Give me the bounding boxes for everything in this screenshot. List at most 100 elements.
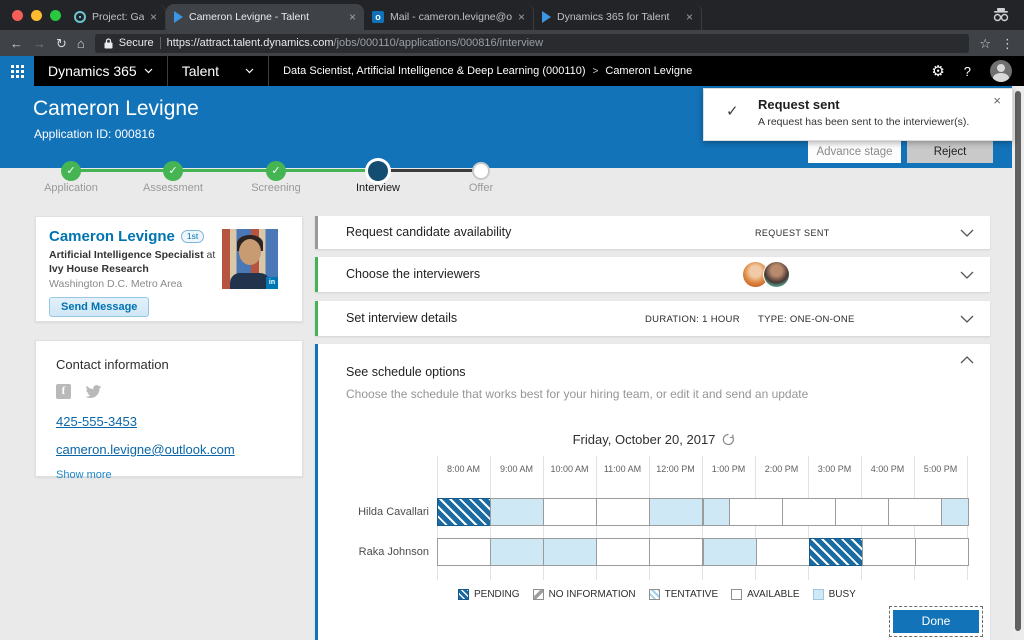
secure-label: Secure — [119, 37, 154, 49]
step-screening-circle[interactable]: ✓ — [266, 161, 286, 181]
slot-busy[interactable] — [490, 498, 544, 526]
step-application-circle[interactable]: ✓ — [61, 161, 81, 181]
twitter-icon[interactable] — [85, 385, 102, 399]
chevron-down-icon[interactable] — [960, 229, 974, 237]
advance-stage-button[interactable]: Advance stage — [808, 141, 901, 163]
browser-tab-mail[interactable]: o Mail - cameron.levigne@outlo × — [364, 4, 534, 30]
section-choose-interviewers[interactable]: Choose the interviewers — [315, 257, 990, 292]
user-avatar[interactable] — [990, 60, 1012, 82]
step-offer-circle[interactable] — [472, 162, 490, 180]
step-label-application: Application — [21, 182, 121, 194]
send-message-button[interactable]: Send Message — [49, 297, 149, 317]
slot-available[interactable] — [862, 538, 916, 566]
candidate-phone-link[interactable]: 425-555-3453 — [56, 414, 282, 429]
tab-close-icon[interactable]: × — [518, 10, 525, 24]
dynamics-favicon-icon — [542, 11, 551, 23]
reject-button[interactable]: Reject — [907, 141, 993, 163]
window-close-button[interactable] — [12, 10, 23, 21]
interviewer-avatar-raka[interactable] — [763, 261, 790, 288]
waffle-menu-button[interactable] — [0, 56, 34, 86]
linkedin-degree-badge: 1st — [181, 230, 204, 243]
back-button[interactable]: ← — [10, 37, 23, 50]
schedule-legend: PENDINGNO INFORMATIONTENTATIVEAVAILABLEB… — [458, 589, 856, 600]
module-switcher[interactable]: Talent — [167, 56, 269, 86]
page-scrollbar[interactable] — [1012, 86, 1024, 640]
show-more-link[interactable]: Show more — [56, 469, 282, 481]
slot-available[interactable] — [835, 498, 889, 526]
legend-swatch-busy — [813, 589, 824, 600]
time-label: 5:00 PM — [914, 464, 967, 474]
slot-busy[interactable] — [941, 498, 969, 526]
slot-pending[interactable] — [437, 498, 491, 526]
candidate-name-link[interactable]: Cameron Levigne — [49, 228, 175, 245]
slot-pending[interactable] — [809, 538, 863, 566]
tab-close-icon[interactable]: × — [349, 10, 356, 24]
legend-item: TENTATIVE — [649, 589, 719, 600]
step-interview-circle[interactable] — [368, 161, 388, 181]
refresh-icon[interactable] — [722, 433, 735, 446]
slot-available[interactable] — [915, 538, 969, 566]
forward-button[interactable]: → — [33, 37, 46, 50]
slot-available[interactable] — [729, 498, 783, 526]
home-button[interactable]: ⌂ — [77, 37, 85, 50]
section-interview-details[interactable]: Set interview details DURATION: 1 HOUR T… — [315, 301, 990, 336]
browser-menu-icon[interactable]: ⋮ — [1001, 37, 1014, 50]
chevron-down-icon[interactable] — [960, 315, 974, 323]
stepper-line-upcoming — [378, 169, 481, 172]
browser-tab-talent-candidate[interactable]: Cameron Levigne - Talent × — [166, 4, 364, 30]
reload-button[interactable]: ↻ — [56, 37, 67, 50]
candidate-email-link[interactable]: cameron.levigne@outlook.com — [56, 442, 282, 457]
slot-available[interactable] — [782, 498, 836, 526]
slot-available[interactable] — [596, 498, 650, 526]
slot-busy[interactable] — [490, 538, 544, 566]
time-label: 9:00 AM — [490, 464, 543, 474]
screen: Project: Gauge Question sets E × Cameron… — [0, 0, 1024, 640]
slot-available[interactable] — [596, 538, 650, 566]
slot-busy[interactable] — [703, 498, 731, 526]
breadcrumb-job-link[interactable]: Data Scientist, Artificial Intelligence … — [283, 65, 585, 77]
section-request-availability[interactable]: Request candidate availability REQUEST S… — [315, 216, 990, 249]
slot-available[interactable] — [649, 538, 703, 566]
candidate-card: Cameron Levigne 1st Artificial Intellige… — [35, 216, 303, 322]
tab-title: Dynamics 365 for Talent — [557, 11, 680, 23]
facebook-icon[interactable]: f — [56, 384, 71, 399]
legend-swatch-pending — [458, 589, 469, 600]
module-name: Talent — [182, 63, 219, 79]
scrollbar-thumb[interactable] — [1015, 91, 1021, 631]
check-icon: ✓ — [726, 102, 739, 120]
slot-busy[interactable] — [703, 538, 757, 566]
step-assessment-circle[interactable]: ✓ — [163, 161, 183, 181]
chevron-up-icon[interactable] — [960, 356, 974, 364]
help-icon[interactable]: ? — [964, 64, 971, 79]
settings-gear-icon[interactable]: ⚙ — [931, 62, 944, 80]
toast-title: Request sent — [758, 97, 840, 112]
legend-item: PENDING — [458, 589, 520, 600]
browser-tab-project[interactable]: Project: Gauge Question sets E × — [66, 4, 166, 30]
done-button[interactable]: Done — [893, 610, 979, 633]
toast-close-icon[interactable]: × — [993, 93, 1001, 108]
browser-tab-strip: Project: Gauge Question sets E × Cameron… — [0, 0, 1024, 30]
app-header: Dynamics 365 Talent Data Scientist, Arti… — [0, 56, 1024, 86]
tab-close-icon[interactable]: × — [686, 10, 693, 24]
time-row: 8:00 AM9:00 AM10:00 AM11:00 AM12:00 PM1:… — [437, 464, 968, 478]
window-minimize-button[interactable] — [31, 10, 42, 21]
slot-busy[interactable] — [649, 498, 703, 526]
browser-tab-dynamics-talent[interactable]: Dynamics 365 for Talent × — [534, 4, 702, 30]
slot-available[interactable] — [756, 538, 810, 566]
outlook-favicon-icon: o — [372, 11, 384, 23]
chevron-down-icon[interactable] — [960, 271, 974, 279]
product-switcher[interactable]: Dynamics 365 — [48, 63, 153, 79]
step-label-interview: Interview — [328, 182, 428, 194]
legend-swatch-available — [731, 589, 742, 600]
slot-available[interactable] — [888, 498, 942, 526]
url-separator — [160, 37, 161, 49]
address-bar[interactable]: Secure https://attract.talent.dynamics.c… — [95, 34, 970, 53]
window-zoom-button[interactable] — [50, 10, 61, 21]
incognito-icon — [992, 8, 1010, 27]
slot-busy[interactable] — [543, 538, 597, 566]
slot-available[interactable] — [543, 498, 597, 526]
tab-close-icon[interactable]: × — [150, 10, 157, 24]
bookmark-star-icon[interactable]: ☆ — [979, 37, 991, 50]
legend-label: TENTATIVE — [665, 589, 719, 600]
slot-available[interactable] — [437, 538, 491, 566]
